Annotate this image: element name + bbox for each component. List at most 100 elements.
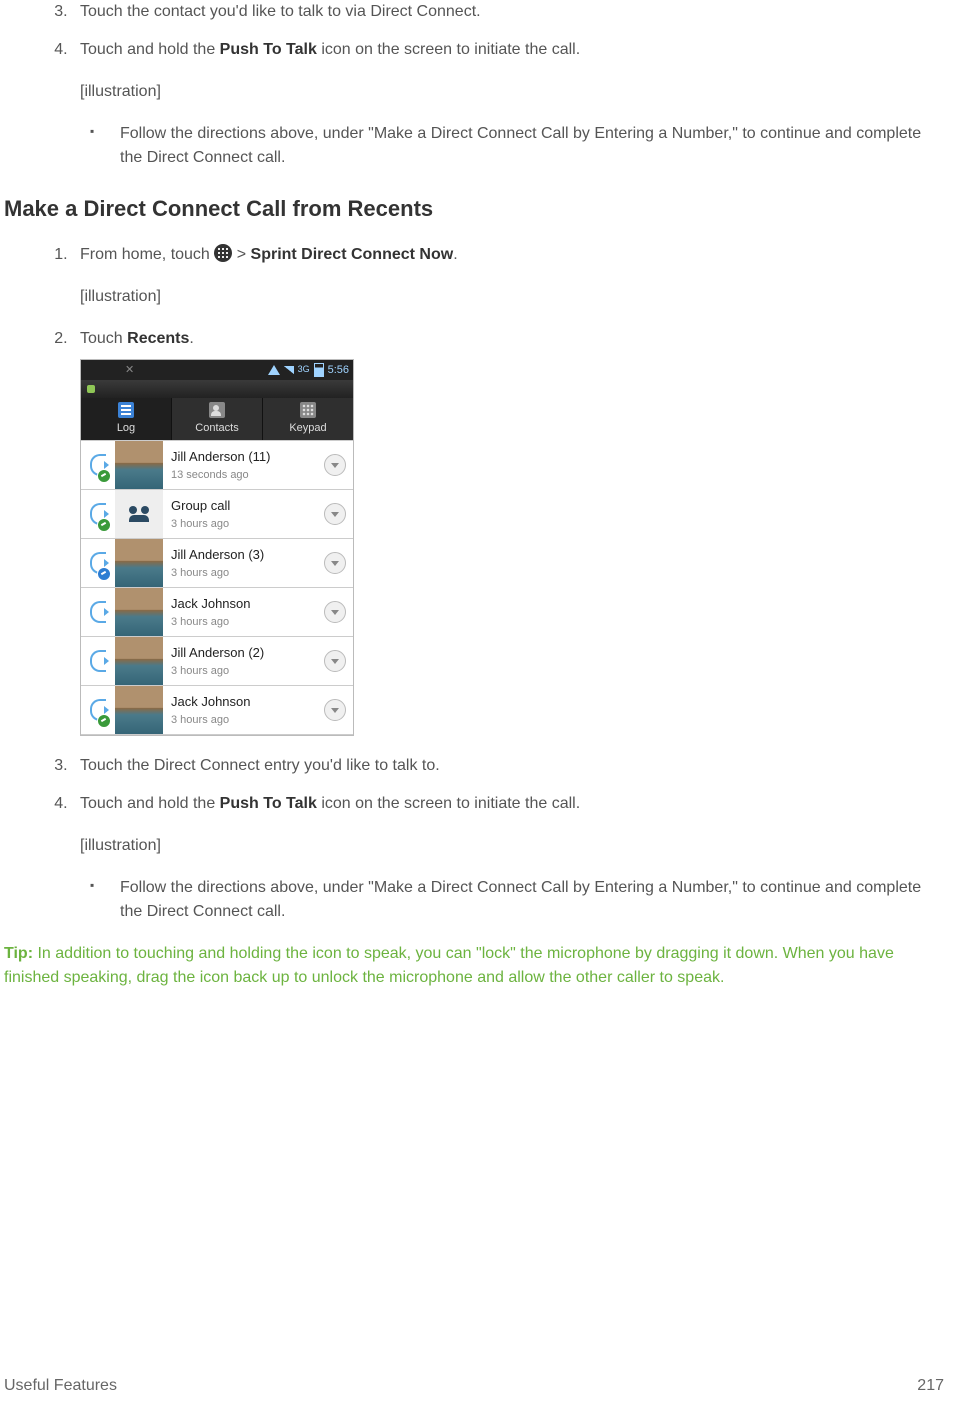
- row-info: Jill Anderson (2) 3 hours ago: [163, 643, 317, 679]
- contact-name: Jack Johnson: [171, 692, 317, 712]
- timestamp: 3 hours ago: [171, 663, 317, 680]
- recents-step-3: Touch the Direct Connect entry you'd lik…: [72, 754, 944, 778]
- steps-continued: Touch the contact you'd like to talk to …: [0, 0, 944, 170]
- tabs-row: Log Contacts Keypad: [81, 398, 353, 440]
- call-type-icon: [81, 441, 115, 489]
- step-3: Touch the contact you'd like to talk to …: [72, 0, 944, 24]
- step-3-text: Touch the contact you'd like to talk to …: [80, 3, 481, 20]
- clock: 5:56: [328, 362, 349, 379]
- recents-step-4: Touch and hold the Push To Talk icon on …: [72, 792, 944, 924]
- avatar: [115, 686, 163, 734]
- list-item[interactable]: Jill Anderson (2) 3 hours ago: [81, 636, 353, 685]
- expand-button[interactable]: [317, 454, 353, 476]
- illustration-placeholder-1: [illustration]: [80, 285, 944, 309]
- contact-name: Jill Anderson (3): [171, 545, 317, 565]
- timestamp: 3 hours ago: [171, 516, 317, 533]
- network-label: 3G: [298, 363, 310, 377]
- contact-name: Jill Anderson (11): [171, 447, 317, 467]
- timestamp: 3 hours ago: [171, 712, 317, 729]
- avatar: [115, 490, 163, 538]
- s1-post: .: [453, 246, 457, 263]
- illustration-placeholder-2: [illustration]: [80, 834, 944, 858]
- list-item[interactable]: Jill Anderson (3) 3 hours ago: [81, 538, 353, 587]
- chevron-down-icon: [324, 552, 346, 574]
- bullet-follow-2: Follow the directions above, under "Make…: [108, 876, 944, 924]
- list-item[interactable]: Jack Johnson 3 hours ago: [81, 685, 353, 735]
- list-item[interactable]: Jill Anderson (11) 13 seconds ago: [81, 440, 353, 489]
- expand-button[interactable]: [317, 503, 353, 525]
- expand-button[interactable]: [317, 601, 353, 623]
- expand-button[interactable]: [317, 699, 353, 721]
- bullet-follow: Follow the directions above, under "Make…: [108, 122, 944, 170]
- row-info: Group call 3 hours ago: [163, 496, 317, 532]
- timestamp: 13 seconds ago: [171, 467, 317, 484]
- page-footer: Useful Features 217: [4, 1374, 944, 1398]
- row-info: Jill Anderson (11) 13 seconds ago: [163, 447, 317, 483]
- footer-section: Useful Features: [4, 1377, 117, 1394]
- step-4-post: icon on the screen to initiate the call.: [317, 41, 580, 58]
- avatar: [115, 637, 163, 685]
- sub-bullets-2: Follow the directions above, under "Make…: [80, 876, 944, 924]
- recents-screenshot: ✕ 3G 5:56 Log Contacts: [80, 359, 354, 736]
- s2-post: .: [189, 330, 193, 347]
- s1-mid: >: [232, 246, 250, 263]
- app-header: [81, 380, 353, 398]
- signal-icon: [284, 366, 294, 374]
- mute-icon: ✕: [125, 362, 134, 379]
- step-4: Touch and hold the Push To Talk icon on …: [72, 38, 944, 170]
- keypad-icon: [300, 402, 316, 418]
- list-item[interactable]: Group call 3 hours ago: [81, 489, 353, 538]
- log-icon: [118, 402, 134, 418]
- expand-button[interactable]: [317, 552, 353, 574]
- tab-log[interactable]: Log: [81, 398, 172, 440]
- contact-name: Jill Anderson (2): [171, 643, 317, 663]
- status-bar: ✕ 3G 5:56: [81, 360, 353, 380]
- wifi-icon: [268, 365, 280, 375]
- section-heading: Make a Direct Connect Call from Recents: [0, 192, 944, 225]
- row-info: Jack Johnson 3 hours ago: [163, 692, 317, 728]
- row-info: Jack Johnson 3 hours ago: [163, 594, 317, 630]
- apps-icon: [214, 244, 232, 262]
- steps-recents: From home, touch > Sprint Direct Connect…: [0, 243, 944, 924]
- s2-bold: Recents: [127, 330, 189, 347]
- s3-text: Touch the Direct Connect entry you'd lik…: [80, 757, 440, 774]
- contacts-icon: [209, 402, 225, 418]
- tab-keypad[interactable]: Keypad: [263, 398, 353, 440]
- contact-name: Jack Johnson: [171, 594, 317, 614]
- s4-post: icon on the screen to initiate the call.: [317, 795, 580, 812]
- list-item[interactable]: Jack Johnson 3 hours ago: [81, 587, 353, 636]
- s4-pre: Touch and hold the: [80, 795, 220, 812]
- tab-keypad-label: Keypad: [289, 420, 326, 437]
- battery-icon: [314, 363, 324, 377]
- recents-step-2: Touch Recents. ✕ 3G 5:56 Log: [72, 327, 944, 736]
- s2-pre: Touch: [80, 330, 127, 347]
- app-logo-icon: [87, 385, 95, 393]
- s1-pre: From home, touch: [80, 246, 214, 263]
- s4-bold: Push To Talk: [220, 795, 317, 812]
- call-type-icon: [81, 637, 115, 685]
- tip-label: Tip:: [4, 945, 33, 962]
- chevron-down-icon: [324, 454, 346, 476]
- timestamp: 3 hours ago: [171, 565, 317, 582]
- step-4-pre: Touch and hold the: [80, 41, 220, 58]
- tip-paragraph: Tip: In addition to touching and holding…: [4, 942, 940, 990]
- tab-log-label: Log: [117, 420, 135, 437]
- tab-contacts[interactable]: Contacts: [172, 398, 263, 440]
- page-number: 217: [917, 1374, 944, 1398]
- avatar: [115, 588, 163, 636]
- timestamp: 3 hours ago: [171, 614, 317, 631]
- chevron-down-icon: [324, 601, 346, 623]
- sub-bullets: Follow the directions above, under "Make…: [80, 122, 944, 170]
- recents-step-1: From home, touch > Sprint Direct Connect…: [72, 243, 944, 309]
- expand-button[interactable]: [317, 650, 353, 672]
- chevron-down-icon: [324, 650, 346, 672]
- group-icon: [129, 506, 149, 522]
- avatar: [115, 441, 163, 489]
- contact-name: Group call: [171, 496, 317, 516]
- call-type-icon: [81, 588, 115, 636]
- step-4-bold: Push To Talk: [220, 41, 317, 58]
- tab-contacts-label: Contacts: [195, 420, 238, 437]
- call-type-icon: [81, 539, 115, 587]
- row-info: Jill Anderson (3) 3 hours ago: [163, 545, 317, 581]
- call-type-icon: [81, 686, 115, 734]
